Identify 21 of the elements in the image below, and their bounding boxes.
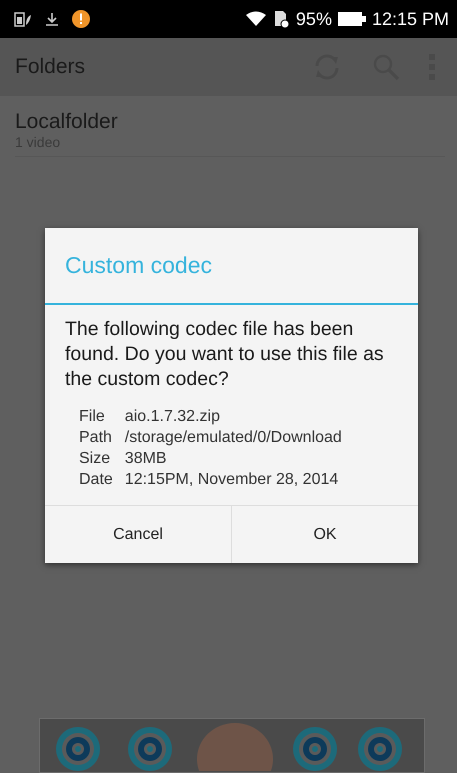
- dialog-button[interactable]: OK: [231, 506, 418, 563]
- battery-percent: 95%: [296, 8, 332, 30]
- download-icon: [44, 11, 60, 27]
- battery-saver-icon: [14, 11, 32, 27]
- detail-label: Path: [79, 429, 113, 447]
- battery-icon: [338, 12, 366, 26]
- clock-time: 12:15 PM: [372, 8, 449, 30]
- warning-icon: [72, 10, 90, 28]
- wifi-icon: [246, 11, 266, 27]
- detail-value: 38MB: [124, 450, 168, 468]
- folder-name: Localfolder: [15, 110, 119, 134]
- detail-value: 12:15PM, November 28, 2014: [124, 471, 340, 489]
- app-title: Folders: [15, 55, 86, 79]
- dialog-title: Custom codec: [45, 228, 418, 305]
- detail-value: aio.1.7.32.zip: [124, 408, 221, 426]
- detail-label: Size: [79, 450, 112, 468]
- detail-label: File: [79, 408, 106, 426]
- dialog-button[interactable]: Cancel: [45, 506, 231, 563]
- detail-value: /storage/emulated/0/Download: [124, 429, 343, 447]
- detail-label: Date: [79, 471, 113, 489]
- dialog-message: The following codec file has been found. Do you want to use this file as the custom codec?: [65, 317, 384, 392]
